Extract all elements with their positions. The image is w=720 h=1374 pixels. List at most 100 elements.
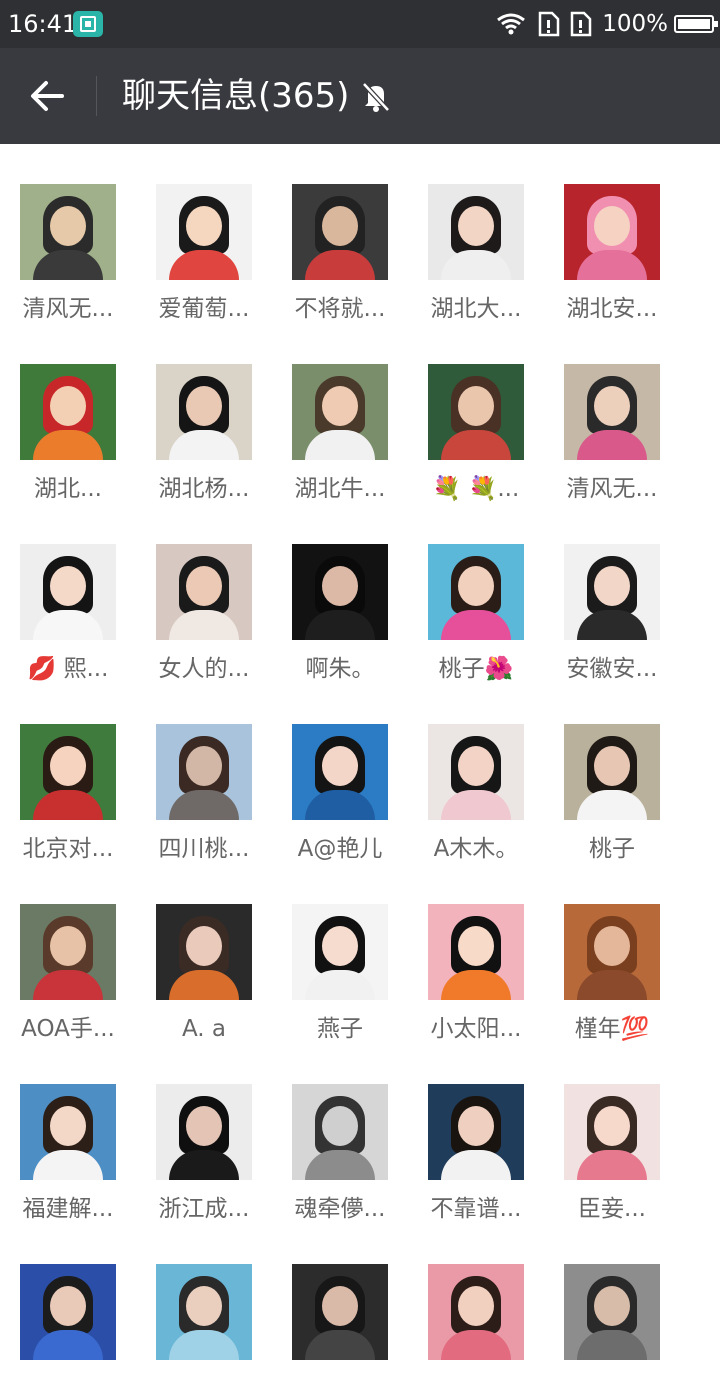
member-item[interactable]: 湖北牛... — [272, 324, 408, 502]
member-name: AOA手... — [21, 1016, 115, 1042]
title-bar: 聊天信息(365) — [0, 48, 720, 144]
member-item[interactable]: 湖北安... — [544, 144, 680, 322]
member-item[interactable]: 福建解... — [0, 1044, 136, 1222]
member-item[interactable]: A木木。 — [408, 684, 544, 862]
member-avatar — [564, 184, 660, 280]
member-avatar — [292, 724, 388, 820]
member-avatar — [564, 724, 660, 820]
back-button[interactable] — [22, 70, 74, 122]
member-item[interactable]: A@艳儿 — [272, 684, 408, 862]
member-name: 💋 熙... — [27, 656, 109, 682]
member-item[interactable]: 清风无... — [544, 324, 680, 502]
status-bar: 16:41 100% — [0, 0, 720, 48]
status-indicators: 100% — [496, 8, 718, 40]
member-item[interactable]: 不靠谱... — [408, 1044, 544, 1222]
member-item[interactable]: 💋 熙... — [0, 504, 136, 682]
member-avatar — [428, 364, 524, 460]
member-item[interactable]: 浙江成... — [136, 1044, 272, 1222]
member-avatar — [292, 544, 388, 640]
member-avatar — [156, 724, 252, 820]
member-item[interactable]: 桃子🌺 — [408, 504, 544, 682]
member-item[interactable]: 四川桃... — [136, 684, 272, 862]
member-avatar — [20, 904, 116, 1000]
member-avatar — [156, 544, 252, 640]
page-title-group: 聊天信息(365) — [122, 74, 393, 118]
member-item[interactable]: 💐 💐... — [408, 324, 544, 502]
member-item[interactable]: 小太阳... — [408, 864, 544, 1042]
member-avatar — [156, 1084, 252, 1180]
member-item[interactable]: 燕子 — [272, 864, 408, 1042]
member-name: 小太阳... — [430, 1016, 522, 1042]
bell-off-icon — [362, 82, 391, 112]
member-name: 槿年💯 — [574, 1016, 650, 1042]
member-item[interactable] — [544, 1224, 680, 1374]
member-item[interactable]: 北京对... — [0, 684, 136, 862]
member-name: 湖北... — [34, 476, 102, 502]
member-item[interactable]: 槿年💯 — [544, 864, 680, 1042]
member-name: 桃子🌺 — [438, 656, 514, 682]
member-item[interactable] — [408, 1224, 544, 1374]
member-item[interactable]: 女人的... — [136, 504, 272, 682]
battery-icon — [674, 15, 718, 33]
member-name: 不将就... — [294, 296, 386, 322]
member-item[interactable]: 安徽安... — [544, 504, 680, 682]
member-avatar — [564, 1084, 660, 1180]
member-item[interactable]: 湖北大... — [408, 144, 544, 322]
member-avatar — [20, 544, 116, 640]
member-name: A@艳儿 — [297, 836, 383, 862]
member-avatar — [428, 1084, 524, 1180]
member-avatar — [292, 904, 388, 1000]
member-item[interactable]: 湖北... — [0, 324, 136, 502]
member-name: 湖北安... — [566, 296, 658, 322]
battery-percent: 100% — [602, 11, 668, 37]
member-name: 安徽安... — [566, 656, 658, 682]
member-item[interactable]: 臣妾... — [544, 1044, 680, 1222]
arrow-left-icon — [31, 81, 64, 111]
status-time: 16:41 — [8, 10, 78, 38]
member-item[interactable]: 不将就... — [272, 144, 408, 322]
page-title: 聊天信息(365) — [122, 76, 350, 116]
member-item[interactable]: 啊朱。 — [272, 504, 408, 682]
member-avatar — [156, 184, 252, 280]
member-name: 四川桃... — [158, 836, 250, 862]
member-avatar — [564, 904, 660, 1000]
member-avatar — [428, 904, 524, 1000]
sim-card-icon — [538, 11, 560, 37]
member-item[interactable] — [272, 1224, 408, 1374]
member-name: 清风无... — [22, 296, 114, 322]
member-item[interactable]: 爱葡萄... — [136, 144, 272, 322]
member-item[interactable]: 湖北杨... — [136, 324, 272, 502]
sim-card-icon — [570, 11, 592, 37]
member-avatar — [292, 1264, 388, 1360]
member-item[interactable] — [0, 1224, 136, 1374]
member-avatar — [20, 364, 116, 460]
member-avatar — [428, 1264, 524, 1360]
screenshot-app-icon — [73, 11, 103, 37]
member-avatar — [292, 184, 388, 280]
member-name: 不靠谱... — [430, 1196, 522, 1222]
member-name: 💐 💐... — [432, 476, 520, 502]
member-item[interactable]: A. a — [136, 864, 272, 1042]
member-item[interactable]: 魂牵儚... — [272, 1044, 408, 1222]
member-avatar — [20, 724, 116, 820]
member-avatar — [564, 364, 660, 460]
member-avatar — [292, 1084, 388, 1180]
title-divider — [96, 76, 97, 116]
member-name: A. a — [181, 1016, 227, 1042]
member-name: 北京对... — [22, 836, 114, 862]
member-avatar — [564, 544, 660, 640]
member-item[interactable]: 清风无... — [0, 144, 136, 322]
member-avatar — [156, 904, 252, 1000]
member-item[interactable] — [136, 1224, 272, 1374]
member-item[interactable]: 桃子 — [544, 684, 680, 862]
member-item[interactable]: AOA手... — [0, 864, 136, 1042]
member-avatar — [20, 1084, 116, 1180]
member-avatar — [20, 184, 116, 280]
member-name: A木木。 — [433, 836, 519, 862]
member-name: 湖北杨... — [158, 476, 250, 502]
member-avatar — [428, 724, 524, 820]
member-name: 湖北大... — [430, 296, 522, 322]
wifi-icon — [497, 13, 526, 35]
member-avatar — [156, 364, 252, 460]
member-avatar — [564, 1264, 660, 1360]
